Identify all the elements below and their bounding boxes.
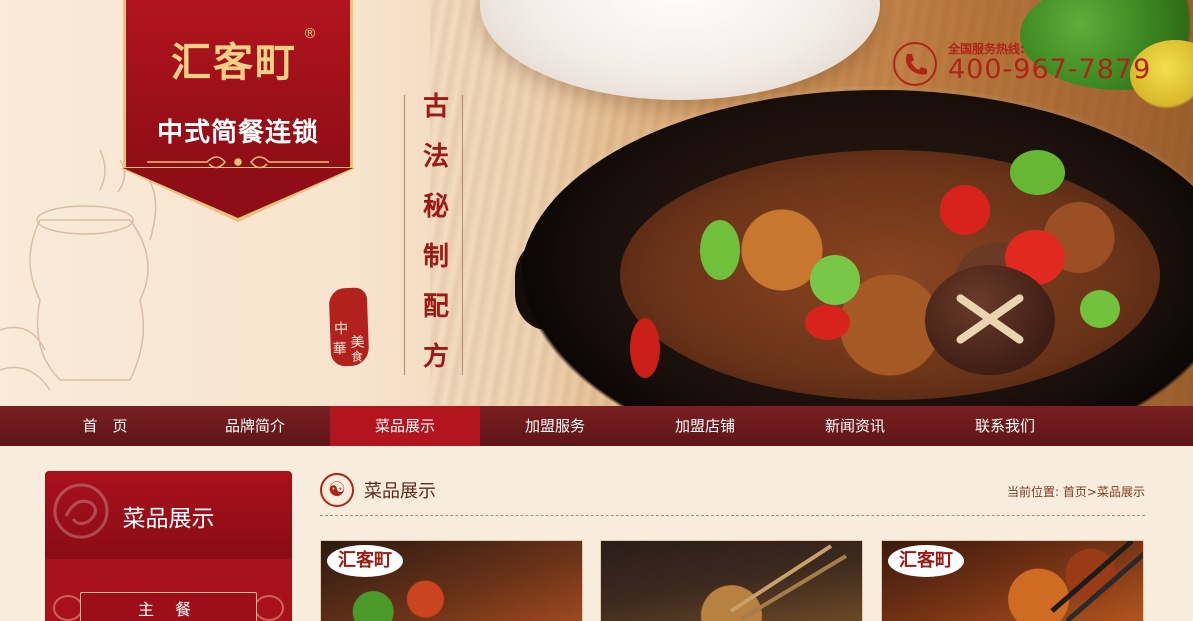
slogan-char: 法 [422,142,449,172]
slogan-char: 古 [422,92,449,122]
calligraphy-slogan: 古 法 秘 制 配 方 [418,92,454,372]
category-main-course[interactable]: 主 餐 [80,592,257,621]
braised-chicken-image [620,150,1160,400]
thumbnail-logo-badge: 汇客町 [327,545,403,577]
section-emblem-icon [320,473,354,507]
hero-banner: 汇客町 ® 中式简餐连锁 古 法 秘 制 配 方 中 華 美 食 全国服务热线:… [0,0,1193,406]
logo-wordmark: 汇客町 [171,39,297,86]
nav-item-dishes[interactable]: 菜品展示 [330,406,480,446]
nav-item-contact[interactable]: 联系我们 [930,406,1080,446]
dish-thumbnail[interactable]: 汇客町 [881,540,1144,621]
red-seal-stamp: 中 華 美 食 [328,287,370,367]
seal-char: 華 [332,341,348,358]
service-hotline: 全国服务热线: 400-967-7879 [893,40,1153,90]
green-pepper-image [1010,150,1065,195]
slogan-char: 方 [422,342,449,372]
sidebar-title: 菜品展示 [122,506,215,532]
slogan-char: 制 [422,242,449,272]
nav-item-franchise-stores[interactable]: 加盟店铺 [630,406,780,446]
dish-thumbnail[interactable]: 汇客町 [320,540,583,621]
hotline-number: 400-967-7879 [948,54,1152,85]
sidebar-category-list: 主 餐 [45,559,292,621]
breadcrumb-separator: > [1086,485,1097,499]
chopsticks-image [729,544,848,621]
breadcrumb: 当前位置: 首页>菜品展示 [1007,483,1145,500]
registered-mark: ® [303,26,317,42]
shiitake-mushroom-image [925,265,1055,375]
brand-tagline: 中式简餐连锁 [156,118,319,148]
green-pepper-image [700,220,740,280]
green-pepper-image [1080,290,1120,328]
seal-char: 中 [333,321,349,338]
nav-item-home[interactable]: 首 页 [30,406,180,446]
section-header: 菜品展示 当前位置: 首页>菜品展示 [320,471,1145,516]
breadcrumb-home-link[interactable]: 首页 [1063,485,1087,499]
slogan-char: 秘 [422,192,449,222]
section-title: 菜品展示 [364,481,436,502]
divider-line [462,95,463,375]
main-nav: 首 页 品牌简介 菜品展示 加盟服务 加盟店铺 新闻资讯 联系我们 [0,406,1193,446]
breadcrumb-prefix: 当前位置: [1007,485,1060,499]
slogan-char: 配 [422,292,449,322]
phone-icon [893,42,937,86]
main-content: 菜品展示 主 餐 菜品展示 当前位置: 首页>菜品展示 汇客町 汇客町 [0,446,1193,621]
cloud-ornament-icon [147,156,329,169]
breadcrumb-current[interactable]: 菜品展示 [1097,485,1145,499]
nav-item-news[interactable]: 新闻资讯 [780,406,930,446]
seal-char: 食 [350,349,364,364]
divider-line [404,95,405,375]
red-chili-image [940,185,990,235]
red-chili-image [805,305,850,340]
thumbnail-logo-badge: 汇客町 [888,545,964,577]
nav-item-brand-intro[interactable]: 品牌简介 [180,406,330,446]
red-chili-image [630,318,660,378]
brand-logo[interactable]: 汇客町 ® 中式简餐连锁 [120,0,356,222]
cloud-ornament-icon [254,595,284,621]
sidebar-header: 菜品展示 [45,471,292,559]
dish-thumbnail[interactable] [600,540,863,621]
green-pepper-image [810,255,860,305]
cloud-ornament-icon [53,595,83,621]
nav-item-franchise-service[interactable]: 加盟服务 [480,406,630,446]
